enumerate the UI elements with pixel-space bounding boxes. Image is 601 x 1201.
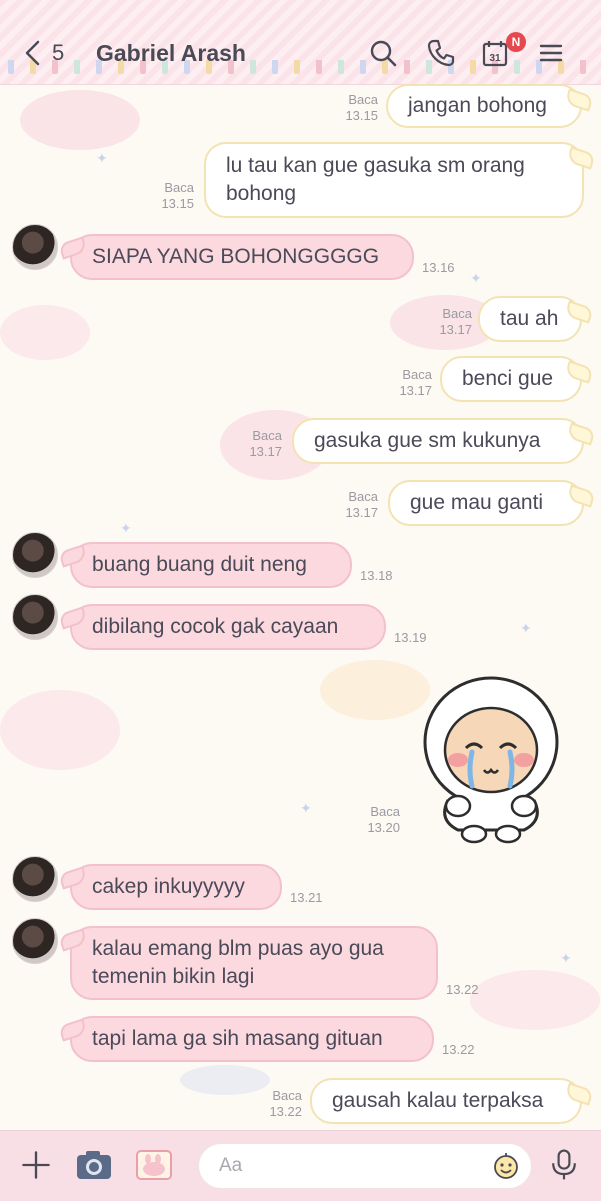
read-receipt: Baca 13.20 [367, 804, 400, 835]
outgoing-message-bubble[interactable]: jangan bohong [386, 84, 582, 128]
message-text: benci gue [462, 367, 554, 390]
plus-button[interactable] [16, 1145, 56, 1185]
read-receipt: Baca 13.17 [249, 428, 282, 459]
read-receipt: Baca 13.17 [399, 367, 432, 398]
plus-icon [22, 1151, 50, 1179]
message-time: 13.18 [360, 568, 393, 583]
read-receipt: Baca 13.17 [345, 489, 378, 520]
contact-avatar[interactable] [12, 224, 58, 270]
voice-button[interactable] [544, 1145, 584, 1185]
camera-icon [77, 1151, 111, 1179]
back-button[interactable]: 5 [22, 36, 78, 70]
message-text-line: bohong [226, 182, 297, 205]
message-composer-bar: Aa [0, 1130, 601, 1201]
unread-count: 5 [52, 40, 65, 65]
message-time: 13.16 [422, 260, 455, 275]
outgoing-message-bubble[interactable]: gausah kalau terpaksa [310, 1078, 582, 1124]
contact-avatar[interactable] [12, 532, 58, 578]
search-icon [370, 40, 397, 67]
contact-avatar[interactable] [12, 594, 58, 640]
message-text: buang buang duit neng [92, 553, 307, 576]
microphone-icon [552, 1149, 576, 1180]
message-time: 13.22 [442, 1042, 475, 1057]
emoji-icon[interactable] [491, 1151, 521, 1181]
chat-header: 5 Gabriel Arash 31 N [0, 0, 601, 85]
calendar-day: 31 [489, 53, 501, 64]
outgoing-message-bubble[interactable]: gue mau ganti [388, 480, 584, 526]
read-receipt: Baca 13.15 [345, 92, 378, 123]
incoming-message-bubble[interactable]: SIAPA YANG BOHONGGGGG [70, 234, 414, 280]
contact-avatar[interactable] [12, 918, 58, 964]
message-text: SIAPA YANG BOHONGGGGG [92, 245, 380, 268]
message-text: tau ah [500, 307, 559, 330]
menu-button[interactable] [534, 36, 568, 70]
gallery-icon [136, 1150, 172, 1180]
chevron-left-icon [25, 40, 40, 66]
phone-icon [427, 39, 455, 67]
message-text: tapi lama ga sih masang gituan [92, 1027, 383, 1050]
incoming-message-bubble[interactable]: dibilang cocok gak cayaan [70, 604, 386, 650]
message-time: 13.19 [394, 630, 427, 645]
message-time: 13.21 [290, 890, 323, 905]
incoming-message-bubble[interactable]: kalau emang blm puas ayo gua temenin bik… [70, 926, 438, 1000]
crying-white-hood-sticker[interactable] [418, 672, 564, 844]
message-input[interactable]: Aa [198, 1143, 532, 1189]
message-text-line: lu tau kan gue gasuka sm orang [226, 154, 525, 177]
message-text-line: temenin bikin lagi [92, 965, 255, 988]
contact-avatar[interactable] [12, 856, 58, 902]
camera-button[interactable] [74, 1145, 114, 1185]
message-text: gausah kalau terpaksa [332, 1089, 544, 1112]
calendar-new-badge: N [506, 32, 526, 52]
incoming-message-bubble[interactable]: cakep inkuyyyyy [70, 864, 282, 910]
incoming-message-bubble[interactable]: tapi lama ga sih masang gituan [70, 1016, 434, 1062]
read-receipt: Baca 13.17 [439, 306, 472, 337]
outgoing-message-bubble[interactable]: lu tau kan gue gasuka sm orang bohong [204, 142, 584, 218]
message-text: cakep inkuyyyyy [92, 875, 245, 898]
outgoing-message-bubble[interactable]: benci gue [440, 356, 582, 402]
read-receipt: Baca 13.22 [269, 1088, 302, 1119]
message-text: jangan bohong [408, 94, 547, 117]
gallery-button[interactable] [134, 1145, 174, 1185]
message-time: 13.22 [446, 982, 479, 997]
message-text: gasuka gue sm kukunya [314, 429, 541, 452]
message-input-placeholder: Aa [219, 1155, 243, 1176]
call-button[interactable] [424, 36, 458, 70]
read-receipt: Baca 13.15 [161, 180, 194, 211]
message-text-line: kalau emang blm puas ayo gua [92, 937, 384, 960]
message-text: dibilang cocok gak cayaan [92, 615, 339, 638]
outgoing-message-bubble[interactable]: gasuka gue sm kukunya [292, 418, 584, 464]
message-text: gue mau ganti [410, 491, 544, 514]
hamburger-menu-icon [539, 44, 563, 62]
incoming-message-bubble[interactable]: buang buang duit neng [70, 542, 352, 588]
search-button[interactable] [366, 36, 400, 70]
chat-title[interactable]: Gabriel Arash [96, 40, 246, 67]
outgoing-message-bubble[interactable]: tau ah [478, 296, 582, 342]
